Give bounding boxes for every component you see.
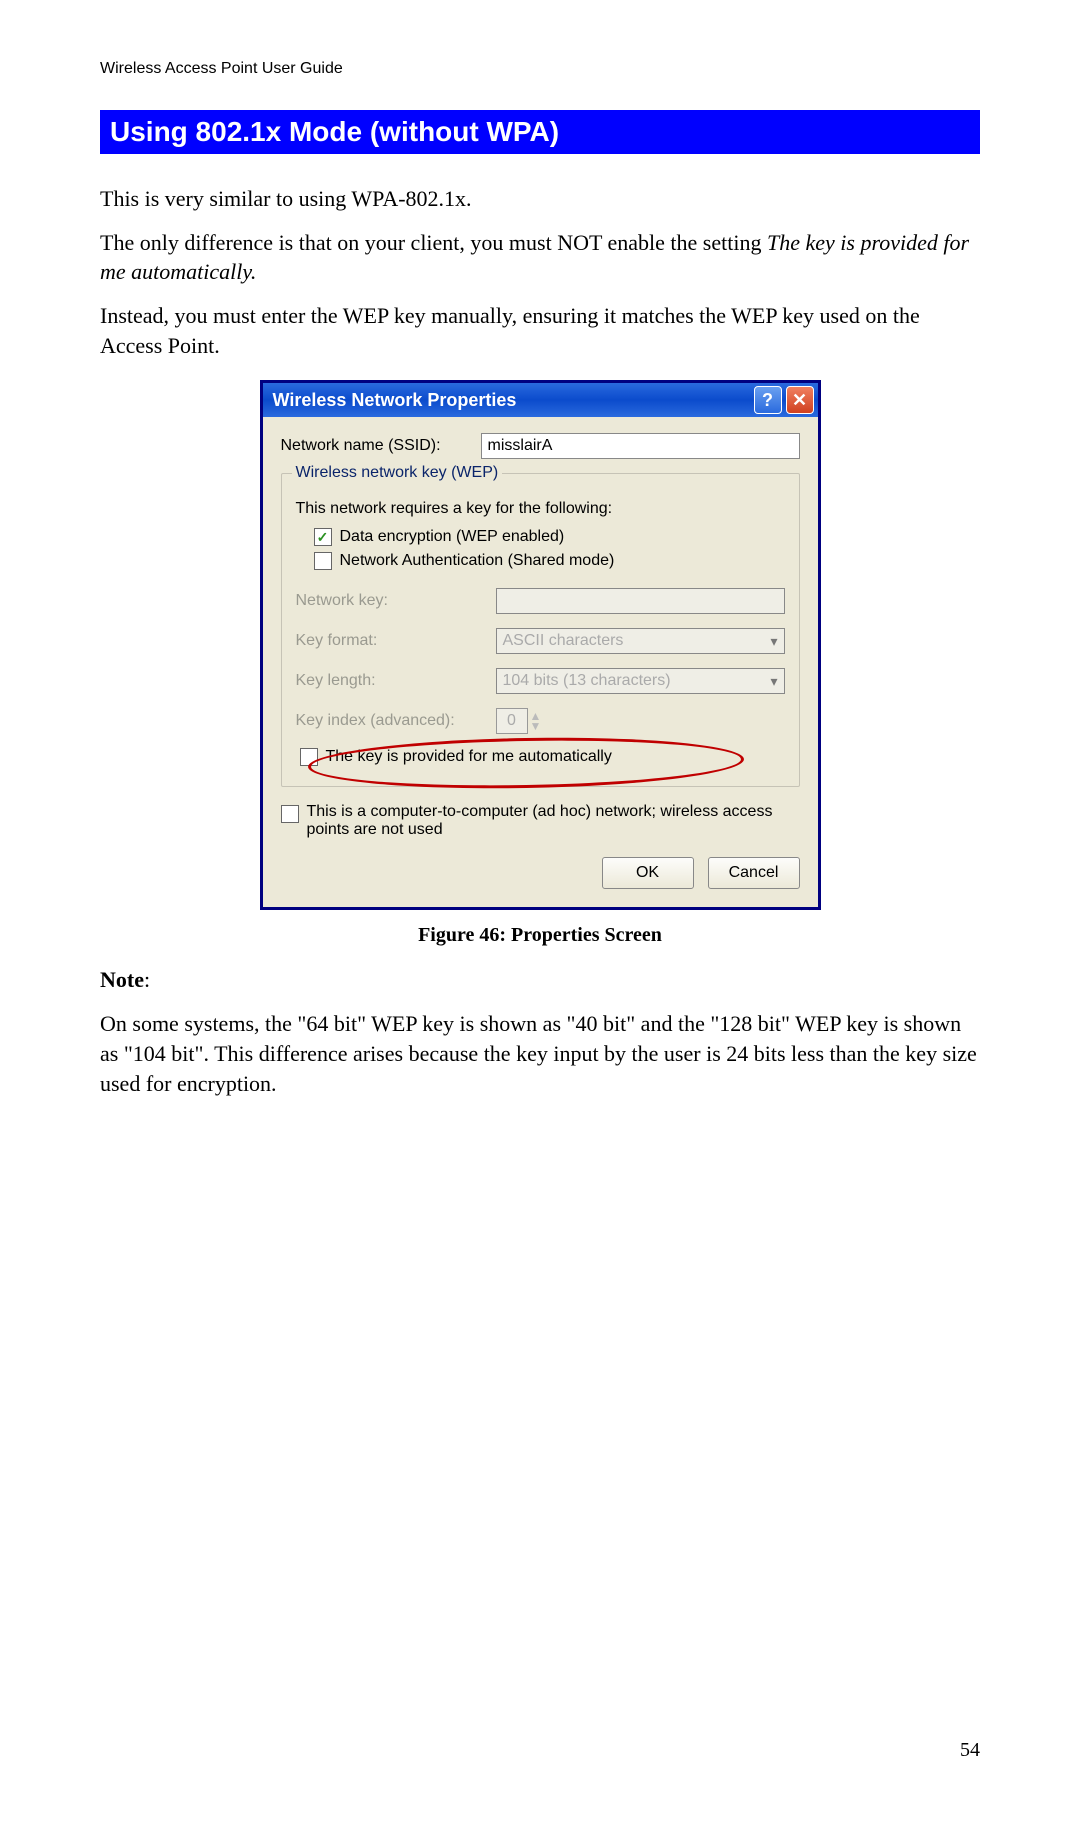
key-index-label: Key index (advanced): <box>296 712 496 730</box>
paragraph-1: This is very similar to using WPA-802.1x… <box>100 184 980 214</box>
stepper-arrows-icon: ▲▼ <box>530 711 542 731</box>
key-auto-checkbox[interactable] <box>300 748 318 766</box>
chevron-down-icon: ▾ <box>770 673 777 690</box>
key-format-select: ASCII characters ▾ <box>496 628 785 654</box>
adhoc-label: This is a computer-to-computer (ad hoc) … <box>307 803 800 839</box>
cancel-button[interactable]: Cancel <box>708 857 800 889</box>
wep-enabled-label: Data encryption (WEP enabled) <box>340 528 565 546</box>
wep-intro-text: This network requires a key for the foll… <box>296 500 785 518</box>
key-length-value: 104 bits (13 characters) <box>503 672 671 690</box>
ssid-input[interactable]: misslairA <box>481 433 800 459</box>
help-button[interactable]: ? <box>754 386 782 414</box>
figure-caption: Figure 46: Properties Screen <box>100 924 980 947</box>
shared-mode-checkbox[interactable] <box>314 552 332 570</box>
wep-groupbox: Wireless network key (WEP) This network … <box>281 473 800 787</box>
wep-enabled-checkbox[interactable]: ✓ <box>314 528 332 546</box>
dialog-titlebar: Wireless Network Properties ? ✕ <box>263 383 818 417</box>
page-number: 54 <box>960 1739 980 1762</box>
ok-button[interactable]: OK <box>602 857 694 889</box>
paragraph-2a: The only difference is that on your clie… <box>100 230 767 255</box>
network-key-input <box>496 588 785 614</box>
key-index-stepper: 0 ▲▼ <box>496 708 542 734</box>
page-header: Wireless Access Point User Guide <box>100 60 980 78</box>
key-format-value: ASCII characters <box>503 632 624 650</box>
key-index-value: 0 <box>496 708 528 734</box>
help-icon: ? <box>762 390 773 411</box>
network-key-label: Network key: <box>296 592 496 610</box>
key-format-label: Key format: <box>296 632 496 650</box>
key-length-select: 104 bits (13 characters) ▾ <box>496 668 785 694</box>
wep-legend: Wireless network key (WEP) <box>292 464 503 482</box>
key-auto-label: The key is provided for me automatically <box>326 748 612 766</box>
adhoc-checkbox[interactable] <box>281 805 299 823</box>
dialog-title: Wireless Network Properties <box>273 390 750 411</box>
note-text: On some systems, the "64 bit" WEP key is… <box>100 1009 980 1098</box>
properties-dialog: Wireless Network Properties ? ✕ Network … <box>260 380 821 910</box>
ssid-label: Network name (SSID): <box>281 437 481 455</box>
shared-mode-label: Network Authentication (Shared mode) <box>340 552 615 570</box>
close-icon: ✕ <box>792 390 807 411</box>
paragraph-2: The only difference is that on your clie… <box>100 228 980 287</box>
section-title-bar: Using 802.1x Mode (without WPA) <box>100 110 980 154</box>
paragraph-3: Instead, you must enter the WEP key manu… <box>100 301 980 360</box>
figure-container: Wireless Network Properties ? ✕ Network … <box>100 380 980 910</box>
close-button[interactable]: ✕ <box>786 386 814 414</box>
key-length-label: Key length: <box>296 672 496 690</box>
note-label: Note: <box>100 965 980 995</box>
chevron-down-icon: ▾ <box>770 633 777 650</box>
